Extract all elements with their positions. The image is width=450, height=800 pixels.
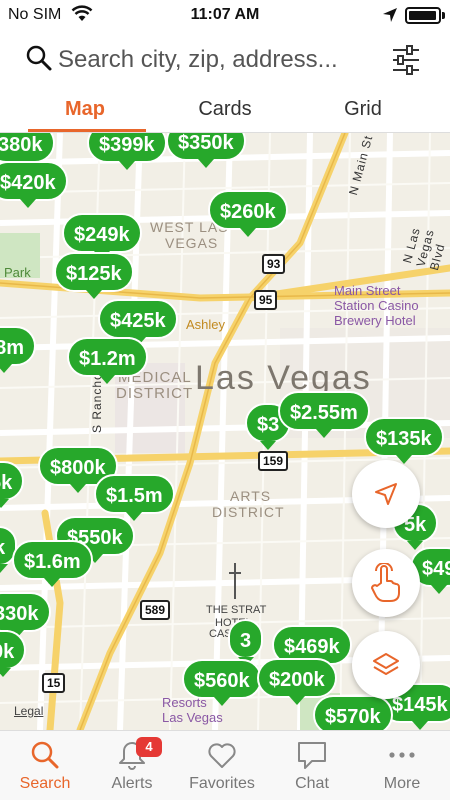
nav-chat[interactable]: Chat bbox=[267, 731, 357, 800]
price-pin[interactable]: $570k bbox=[313, 695, 393, 730]
active-tab-indicator bbox=[28, 129, 146, 132]
poi-label: Brewery Hotel bbox=[334, 313, 416, 328]
price-pin[interactable]: $1.6m bbox=[12, 540, 93, 587]
tab-grid[interactable]: Grid bbox=[288, 98, 438, 121]
price-pin[interactable]: $200k bbox=[257, 658, 337, 705]
battery-tip bbox=[442, 12, 445, 19]
nav-label: Chat bbox=[295, 775, 329, 792]
price-pin[interactable]: $1.5m bbox=[94, 474, 175, 521]
layers-icon bbox=[373, 653, 399, 675]
poi-label: Station Casino bbox=[334, 298, 419, 313]
filter-sliders-icon[interactable] bbox=[391, 44, 421, 76]
draw-area-button[interactable] bbox=[352, 549, 420, 617]
district-label: VEGAS bbox=[165, 235, 219, 251]
price-pin[interactable]: $249k bbox=[62, 213, 142, 260]
legal-link[interactable]: Legal bbox=[14, 704, 43, 718]
alerts-badge: 4 bbox=[136, 737, 162, 757]
price-pin[interactable]: $425k bbox=[98, 299, 178, 346]
map-view[interactable]: WEST LAS VEGAS MEDICAL DISTRICT ARTS DIS… bbox=[0, 133, 450, 730]
search-icon bbox=[31, 741, 59, 769]
search-bar bbox=[0, 32, 450, 88]
status-bar: No SIM 11:07 AM bbox=[0, 0, 450, 32]
highway-shield: 15 bbox=[42, 673, 66, 693]
price-pin[interactable]: $1.2m bbox=[67, 337, 148, 384]
poi-label: Ashley bbox=[186, 317, 226, 332]
district-label: DISTRICT bbox=[212, 504, 285, 520]
nav-label: Favorites bbox=[189, 775, 255, 792]
price-pin[interactable]: $420k bbox=[0, 161, 68, 208]
tab-cards[interactable]: Cards bbox=[150, 98, 300, 121]
search-icon bbox=[26, 45, 52, 71]
highway-shield: 93 bbox=[262, 254, 286, 274]
price-pin[interactable]: 330k bbox=[0, 592, 51, 639]
poi-label: Main Street bbox=[334, 283, 401, 298]
bottom-nav: Search Alerts 4 Favorites Chat More bbox=[0, 730, 450, 800]
nav-alerts[interactable]: Alerts bbox=[87, 731, 177, 800]
price-pin[interactable]: $350k bbox=[166, 133, 246, 168]
battery-icon bbox=[405, 7, 441, 24]
more-icon bbox=[389, 752, 415, 758]
district-label: ARTS bbox=[230, 488, 272, 504]
price-pin[interactable]: $2.55m bbox=[278, 391, 370, 438]
price-pin[interactable]: 3 bbox=[228, 619, 264, 666]
price-pin[interactable]: $560k bbox=[182, 659, 262, 706]
chat-icon bbox=[298, 742, 326, 769]
nav-more[interactable]: More bbox=[357, 731, 447, 800]
highway-shield: 589 bbox=[140, 600, 171, 620]
price-pin[interactable]: $135k bbox=[364, 417, 444, 464]
hand-pointer-icon bbox=[371, 563, 400, 602]
location-arrow-icon bbox=[383, 8, 397, 22]
poi-label: Park bbox=[4, 265, 31, 280]
price-pin[interactable]: $260k bbox=[208, 190, 288, 237]
nav-label: More bbox=[383, 775, 421, 792]
nav-label: Alerts bbox=[111, 775, 153, 792]
nav-favorites[interactable]: Favorites bbox=[177, 731, 267, 800]
nav-label: Search bbox=[19, 775, 71, 792]
nav-search[interactable]: Search bbox=[0, 731, 90, 800]
district-label: DISTRICT bbox=[116, 385, 194, 402]
price-pin[interactable]: 380k bbox=[0, 133, 55, 170]
price-pin[interactable]: $125k bbox=[54, 252, 134, 299]
highway-shield: 159 bbox=[258, 451, 289, 471]
my-location-button[interactable] bbox=[352, 460, 420, 528]
map-layers-button[interactable] bbox=[352, 631, 420, 699]
heart-icon bbox=[208, 743, 236, 768]
navigation-arrow-icon bbox=[375, 483, 397, 505]
poi-label: Las Vegas bbox=[162, 710, 223, 725]
view-tabs: Map Cards Grid bbox=[0, 88, 450, 133]
price-pin[interactable]: $399k bbox=[87, 133, 167, 170]
search-input[interactable] bbox=[58, 42, 378, 78]
tab-map[interactable]: Map bbox=[10, 98, 160, 121]
highway-shield: 95 bbox=[254, 290, 278, 310]
